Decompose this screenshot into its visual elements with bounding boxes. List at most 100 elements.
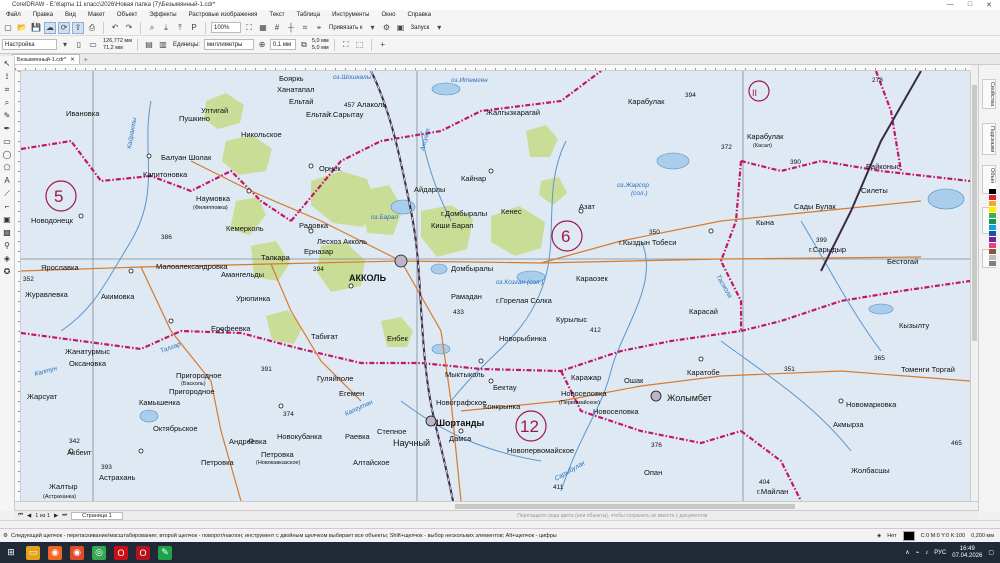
new-document-icon[interactable]: ▢ [2,22,14,34]
crop-tool-icon[interactable]: ⌗ [2,84,13,95]
map-image[interactable]: 5 6 12 II Бояркь Ханатапал Ельтай 457 Ал… [21,71,970,501]
menu-effects[interactable]: Эффекты [143,12,182,18]
portrait-icon[interactable]: ▯ [73,39,85,51]
file-explorer-icon[interactable]: ▭ [26,545,40,560]
menu-layout[interactable]: Макет [82,12,111,18]
smart-fill-icon[interactable]: ✪ [2,266,13,277]
landscape-icon[interactable]: ▭ [87,39,99,51]
close-tab-icon[interactable]: ✕ [70,57,75,63]
launch-icon[interactable]: ▣ [395,22,407,34]
chevron-down-icon[interactable]: ▾ [433,22,445,34]
artistic-media-icon[interactable]: ✒ [2,123,13,134]
menu-table[interactable]: Таблица [291,12,327,18]
ellipse-tool-icon[interactable]: ◯ [2,149,13,160]
zoom-tool-icon[interactable]: ⌕ [2,97,13,108]
duplicate-distance[interactable]: 5,0 мм 5,0 мм [312,38,329,52]
rulers-icon[interactable]: ▦ [257,22,269,34]
fill-status[interactable]: Нет [887,533,896,539]
vertical-scrollbar[interactable] [970,71,978,501]
launch-label[interactable]: Запуск [409,25,432,31]
firefox-icon[interactable]: ◉ [70,545,84,560]
next-page-button[interactable]: ▶ [54,513,58,519]
open-icon[interactable]: 📂 [16,22,28,34]
polygon-tool-icon[interactable]: ⬠ [2,162,13,173]
page-tab[interactable]: Страница 1 [71,511,123,520]
outline-color-info[interactable]: C:0 M:0 Y:0 K:100 [921,533,966,539]
outline-color-swatch[interactable] [902,530,915,541]
guides-icon[interactable]: ┼ [285,22,297,34]
last-page-button[interactable]: ⏭ [62,512,67,519]
preset-select[interactable]: Настройка [2,39,57,50]
maximize-button[interactable]: □ [968,1,972,9]
menu-text[interactable]: Текст [263,12,290,18]
search-icon[interactable]: ⌕ [146,22,158,34]
drawing-canvas[interactable]: 5 6 12 II Бояркь Ханатапал Ельтай 457 Ал… [21,71,970,501]
print-icon[interactable]: ⎙ [86,22,98,34]
connector-tool-icon[interactable]: ⌐ [2,201,13,212]
menu-bitmaps[interactable]: Растровые изображения [183,12,264,18]
language-indicator[interactable]: РУС [934,550,946,556]
import-icon[interactable]: ⤓ [160,22,172,34]
snap-icon[interactable]: ⌗ [299,22,311,34]
document-tab[interactable]: Безымянный-1.cdr* ✕ [12,54,80,64]
transparency-icon[interactable]: ▩ [2,227,13,238]
chrome-icon[interactable]: ◎ [92,545,106,560]
menu-file[interactable]: Файл [4,12,27,18]
zoom-select[interactable]: 100% [211,22,241,33]
full-screen-icon[interactable]: ⛶ [243,22,255,34]
horizontal-scroll-thumb[interactable] [455,504,795,509]
y-coordinate[interactable]: 71,2 мм [103,45,132,52]
gear-icon[interactable]: ⚙ [3,533,11,539]
pdf-icon[interactable]: P [188,22,200,34]
save-icon[interactable]: 💾 [30,22,42,34]
add-icon[interactable]: + [377,39,389,51]
shape-tool-icon[interactable]: ⟟ [2,71,13,82]
notifications-icon[interactable]: ▢ [988,549,994,556]
dynamic-guides-icon[interactable]: ⌖ [313,22,325,34]
first-page-button[interactable]: ⏮ [18,512,23,519]
grid-icon[interactable]: # [271,22,283,34]
text-tool-icon[interactable]: A [2,175,13,186]
vertical-scroll-thumb[interactable] [972,85,977,341]
document-palette-row[interactable] [0,520,1000,528]
chevron-down-icon[interactable]: ▾ [367,22,379,34]
fit-page-icon[interactable]: ⛶ [340,39,352,51]
share-icon[interactable]: ⇪ [72,21,84,34]
palette-swatch[interactable] [989,261,996,267]
opera-icon[interactable]: O [136,545,150,560]
interactive-fill-icon[interactable]: ◈ [2,253,13,264]
redo-icon[interactable]: ↷ [123,22,135,34]
eyedropper-icon[interactable]: ⚲ [2,240,13,251]
snap-to-label[interactable]: Привязать к [327,25,365,31]
clock[interactable]: 16:49 07.04.2026 [952,546,982,560]
docker-tab-properties[interactable]: Свойства [982,79,996,110]
x-coordinate[interactable]: 126,772 мм [103,38,132,45]
tray-chevron-icon[interactable]: ∧ [905,549,909,556]
outline-width[interactable]: 0,200 мм [971,533,994,539]
horizontal-scrollbar[interactable] [15,501,978,510]
coreldraw-icon[interactable]: ✎ [158,545,172,560]
freehand-tool-icon[interactable]: ✎ [2,110,13,121]
pick-tool-icon[interactable]: ↖ [2,58,13,69]
cloud-icon[interactable]: ☁ [44,21,56,34]
dup-x[interactable]: 5,0 мм [312,38,329,45]
menu-window[interactable]: Окно [375,12,401,18]
docker-tab-hints[interactable]: Подсказки [982,123,996,156]
menu-edit[interactable]: Правка [27,12,59,18]
nudge-input[interactable]: 0,1 мм [269,39,296,50]
start-icon[interactable]: ⊞ [4,546,18,560]
volume-icon[interactable]: ♪ [925,550,928,556]
rectangle-tool-icon[interactable]: ▭ [2,136,13,147]
menu-object[interactable]: Объект [111,12,143,18]
add-tab-button[interactable]: + [80,57,88,64]
units-select[interactable]: миллиметры [203,39,254,50]
prev-page-button[interactable]: ◀ [27,513,31,519]
network-icon[interactable]: ⌁ [916,549,920,556]
undo-icon[interactable]: ↶ [109,22,121,34]
all-pages-icon[interactable]: ▤ [143,39,155,51]
menu-help[interactable]: Справка [401,12,437,18]
chevron-down-icon[interactable]: ▾ [59,39,71,51]
menu-tools[interactable]: Инструменты [326,12,375,18]
document-tab-label[interactable]: Безымянный-1.cdr* [17,57,66,63]
dup-y[interactable]: 5,0 мм [312,45,329,52]
